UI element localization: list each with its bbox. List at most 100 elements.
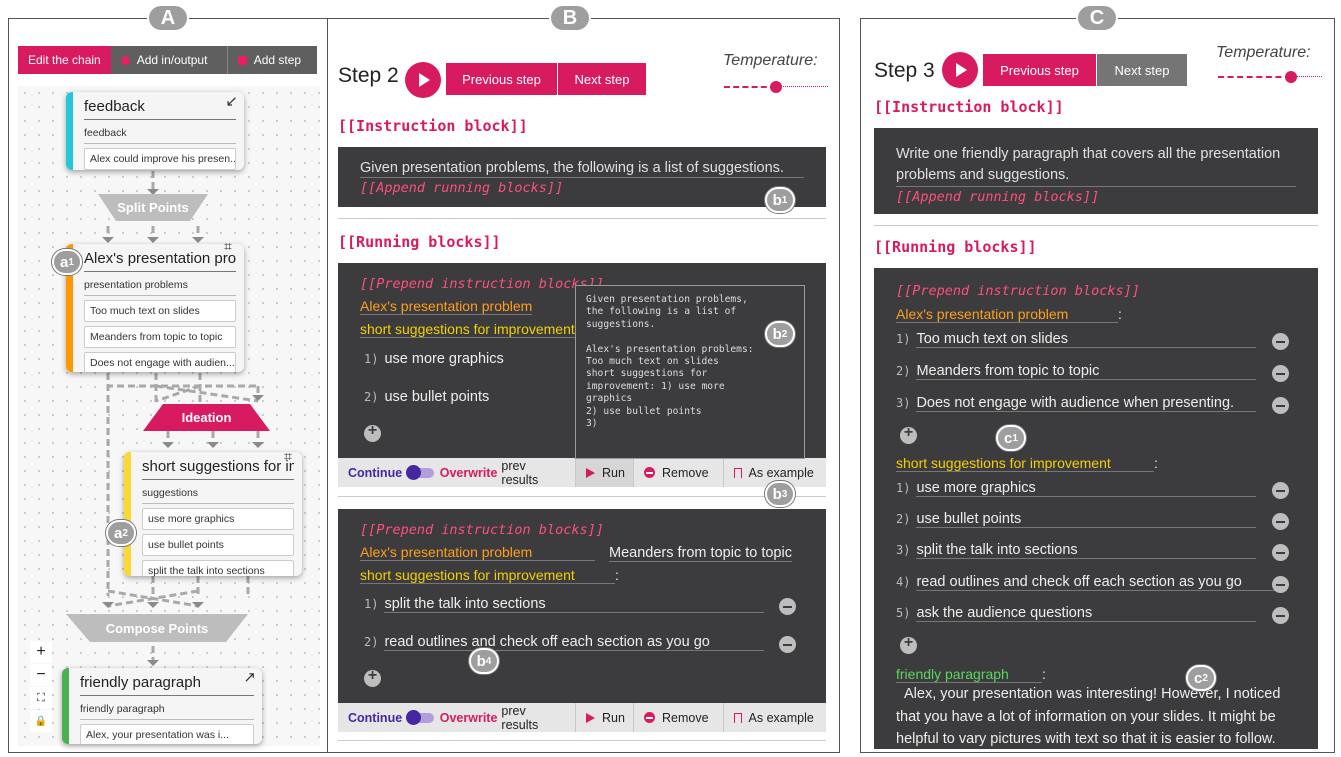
- remove-item-button[interactable]: [1272, 397, 1289, 414]
- add-in-output-label: Add in/output: [136, 53, 208, 67]
- zoom-out-button[interactable]: −: [30, 664, 52, 686]
- suggestions-label-text: short suggestions for improvement: [896, 455, 1154, 472]
- instruction-text[interactable]: Given presentation problems, the followi…: [360, 160, 804, 178]
- list-item[interactable]: 5) ask the audience questions: [896, 605, 1257, 622]
- list-item[interactable]: 1) split the talk into sections: [364, 596, 765, 613]
- problem-label[interactable]: Alex's presentation problem:: [896, 306, 1122, 323]
- instruction-text[interactable]: Write one friendly paragraph that covers…: [896, 144, 1296, 187]
- add-in-output-button[interactable]: Add in/output: [110, 46, 227, 74]
- instruction-header: [[Instruction block]]: [338, 117, 528, 135]
- append-running-blocks: [[Append running blocks]]: [896, 189, 1100, 205]
- list-item-text: split the talk into sections: [384, 596, 765, 613]
- expand-arrow-icon[interactable]: ↗: [243, 668, 256, 686]
- instruction-block[interactable]: Given presentation problems, the followi…: [338, 147, 826, 207]
- node-suggestions-row: split the talk into sections: [142, 560, 294, 576]
- node-suggestions-row: use bullet points: [142, 534, 294, 556]
- as-example-label: As example: [748, 465, 814, 480]
- play-button[interactable]: [942, 52, 978, 88]
- next-step-button[interactable]: Next step: [1097, 54, 1187, 86]
- chain-canvas[interactable]: Split Points Ideation Compose Points fee…: [18, 86, 320, 746]
- list-item[interactable]: 1) Too much text on slides: [896, 331, 1257, 348]
- zoom-in-button[interactable]: +: [30, 641, 52, 663]
- run-label: Run: [602, 465, 625, 480]
- remove-item-button[interactable]: [1272, 576, 1289, 593]
- toggle-switch[interactable]: [406, 464, 434, 480]
- divider: [338, 496, 826, 497]
- ideation-op[interactable]: Ideation: [143, 404, 270, 431]
- remove-item-button[interactable]: [1272, 365, 1289, 382]
- compose-points-op[interactable]: Compose Points: [66, 614, 248, 642]
- list-item[interactable]: 3) Does not engage with audience when pre…: [896, 395, 1257, 412]
- marker-a1: a1: [52, 249, 82, 275]
- problem-value[interactable]: Meanders from topic to topic: [609, 545, 792, 562]
- lock-button[interactable]: 🔒: [30, 710, 52, 732]
- problem-label[interactable]: Alex's presentation problem Meanders from…: [360, 544, 792, 562]
- fit-view-button[interactable]: ⛶: [30, 687, 52, 709]
- instruction-block[interactable]: Write one friendly paragraph that covers…: [874, 128, 1318, 214]
- node-problems-row: Too much text on slides: [84, 300, 236, 322]
- running-block-2[interactable]: [[Prepend instruction blocks]] Alex's pr…: [338, 509, 826, 704]
- list-item[interactable]: 3) split the talk into sections: [896, 542, 1257, 559]
- temperature-slider[interactable]: [1218, 71, 1322, 83]
- suggestions-label[interactable]: short suggestions for improvement: [360, 321, 575, 338]
- node-friendly[interactable]: friendly paragraph friendly paragraph Al…: [62, 668, 262, 744]
- remove-button[interactable]: Remove: [633, 458, 723, 487]
- marker-b2: b2: [765, 321, 795, 347]
- crop-icon[interactable]: ⌗: [284, 448, 292, 465]
- friendly-label[interactable]: friendly paragraph:: [896, 666, 1046, 683]
- run-button[interactable]: Run: [575, 703, 633, 732]
- list-item[interactable]: 2) use bullet points: [896, 511, 1257, 528]
- node-problems-sub: presentation problems: [84, 274, 236, 296]
- list-item[interactable]: 2) Meanders from topic to topic: [896, 363, 1257, 380]
- remove-item-button[interactable]: [1272, 607, 1289, 624]
- node-suggestions[interactable]: short suggestions for im suggestions use…: [124, 452, 302, 576]
- split-points-op[interactable]: Split Points: [98, 194, 208, 221]
- step-title: Step 3: [874, 59, 935, 82]
- collapse-arrow-icon[interactable]: ↙: [225, 92, 238, 110]
- remove-item-button[interactable]: [779, 636, 796, 653]
- temperature-slider[interactable]: [724, 81, 828, 93]
- next-step-button[interactable]: Next step: [558, 63, 646, 95]
- add-item-button[interactable]: [364, 667, 381, 687]
- list-item[interactable]: 2) read outlines and check off each secti…: [364, 634, 765, 651]
- remove-button[interactable]: Remove: [633, 703, 723, 732]
- node-feedback[interactable]: feedback feedback Alex could improve his…: [66, 92, 244, 170]
- add-item-button[interactable]: [900, 424, 917, 444]
- add-step-button[interactable]: Add step: [226, 46, 317, 74]
- remove-item-button[interactable]: [1272, 482, 1289, 499]
- node-problems[interactable]: Alex's presentation prob presentation pr…: [66, 244, 244, 372]
- list-item[interactable]: 1) use more graphics: [364, 351, 504, 367]
- run-button[interactable]: Run: [575, 458, 633, 487]
- list-item[interactable]: 2) use bullet points: [364, 389, 489, 405]
- add-item-button[interactable]: [364, 422, 381, 442]
- continue-toggle[interactable]: Continue Overwrite prev results: [338, 704, 575, 732]
- play-button[interactable]: [405, 62, 441, 98]
- suggestions-label[interactable]: short suggestions for improvement:: [360, 567, 619, 584]
- list-item-text: Does not engage with audience when prese…: [916, 395, 1257, 412]
- previous-step-button[interactable]: Previous step: [446, 63, 557, 95]
- as-example-button[interactable]: As example: [722, 703, 826, 732]
- list-item[interactable]: 1) use more graphics: [896, 480, 1257, 497]
- remove-item-button[interactable]: [1272, 544, 1289, 561]
- running-block[interactable]: [[Prepend instruction blocks]] Alex's pr…: [874, 268, 1318, 749]
- suggestions-label[interactable]: short suggestions for improvement:: [896, 455, 1158, 472]
- toggle-switch[interactable]: [406, 709, 434, 725]
- previous-step-button[interactable]: Previous step: [983, 54, 1096, 86]
- remove-item-button[interactable]: [1272, 333, 1289, 350]
- remove-item-button[interactable]: [1272, 513, 1289, 530]
- continue-toggle[interactable]: Continue Overwrite prev results: [338, 459, 575, 487]
- divider: [338, 740, 826, 741]
- problem-label[interactable]: Alex's presentation problem: [360, 298, 533, 315]
- node-suggestions-sub: suggestions: [142, 482, 294, 504]
- list-item[interactable]: 4) read outlines and check off each secti…: [896, 574, 1283, 591]
- play-icon: [586, 467, 595, 478]
- problem-label-text: Alex's presentation problem: [896, 306, 1118, 323]
- add-circle-icon: [120, 55, 130, 65]
- add-item-button[interactable]: [900, 634, 917, 654]
- remove-item-button[interactable]: [779, 598, 796, 615]
- crop-icon[interactable]: ⌗: [224, 238, 232, 255]
- friendly-paragraph-output[interactable]: Alex, your presentation was interesting!…: [896, 683, 1300, 751]
- overwrite-label: Overwrite: [439, 465, 498, 480]
- temperature-label: Temperature:: [1216, 44, 1311, 61]
- edit-chain-button[interactable]: Edit the chain: [18, 46, 111, 74]
